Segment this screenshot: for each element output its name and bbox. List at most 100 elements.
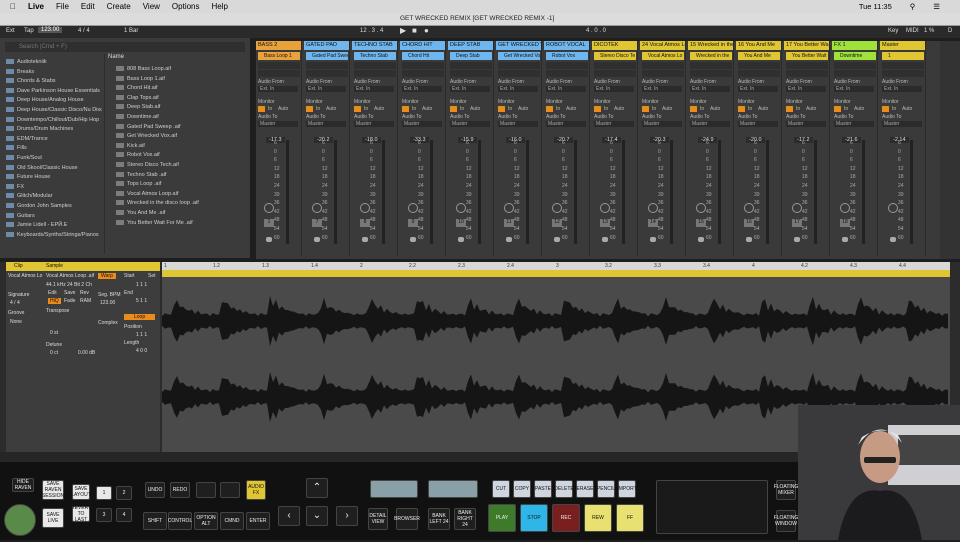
input-type-select[interactable]: Ext. In	[690, 86, 730, 92]
cmnd-button[interactable]: CMND	[220, 512, 244, 530]
monitor-in[interactable]: In	[316, 106, 320, 112]
category-item[interactable]: Gordon John Samples	[6, 202, 102, 212]
monitor-off[interactable]	[402, 106, 409, 112]
clip-slot[interactable]: 1	[882, 52, 924, 60]
beat-ruler[interactable]: 1 1.2 1.3 1.4 2 2.2 2.3 2.4 3 3.2 3.3 3.4 4 4.2 4.3 4.4	[162, 262, 950, 270]
empty-slot[interactable]	[498, 62, 540, 69]
input-type-select[interactable]: Ext. In	[738, 86, 778, 92]
file-item[interactable]: Wrecked in the disco loop .aif	[116, 199, 246, 209]
input-type-select[interactable]: Ext. In	[594, 86, 634, 92]
category-item[interactable]: Drums/Drum Machines	[6, 125, 102, 135]
monitor-in[interactable]: In	[604, 106, 608, 112]
hiq-button[interactable]: HiQ	[48, 298, 61, 304]
track-title[interactable]: DEEP STAB	[448, 41, 493, 50]
track-title[interactable]: 17 You Better Wait	[784, 41, 829, 50]
file-item[interactable]: Kick.aif	[116, 142, 246, 152]
empty-slot[interactable]	[546, 70, 588, 77]
control-button[interactable]: CONTROL	[168, 512, 192, 530]
menu-create[interactable]: Create	[107, 2, 131, 11]
arrow-down-icon[interactable]: ⌄	[306, 506, 328, 526]
fade-button[interactable]: Fade	[64, 298, 75, 304]
track-title[interactable]: BASS 2	[256, 41, 301, 50]
solo-indicator[interactable]	[554, 237, 560, 242]
monitor-off[interactable]	[882, 106, 889, 112]
pan-knob[interactable]	[792, 203, 802, 213]
solo-indicator[interactable]	[266, 237, 272, 242]
category-item[interactable]: Glitch/Modular	[6, 192, 102, 202]
browser-search-input[interactable]: Search (Cmd + F)	[5, 42, 245, 52]
clip-view-button[interactable]	[370, 480, 418, 498]
empty-slot[interactable]	[258, 62, 300, 69]
monitor-off[interactable]	[546, 106, 553, 112]
empty-slot[interactable]	[786, 70, 828, 77]
output-select[interactable]: Master	[402, 121, 442, 127]
input-type-select[interactable]: Ext. In	[354, 86, 394, 92]
empty-slot[interactable]	[786, 62, 828, 69]
monitor-in[interactable]: In	[556, 106, 560, 112]
track-title[interactable]: FX 1	[832, 41, 877, 50]
track-activator[interactable]: 14	[648, 219, 658, 227]
end-value[interactable]: 5 1 1	[136, 298, 147, 304]
input-type-select[interactable]: Ext. In	[402, 86, 442, 92]
save-layout-button[interactable]: SAVE LAYOUT	[71, 484, 91, 500]
edit-button[interactable]: Edit	[48, 290, 57, 296]
monitor-off[interactable]	[354, 106, 361, 112]
category-item[interactable]: Future House	[6, 173, 102, 183]
track-activator[interactable]: 12	[552, 219, 562, 227]
arrow-up-icon[interactable]: ⌃	[306, 478, 328, 498]
monitor-in[interactable]: In	[508, 106, 512, 112]
ext-button[interactable]: Ext	[6, 28, 15, 34]
file-item[interactable]: Vocal Atmos Loop.aif	[116, 190, 246, 200]
track-title[interactable]: TECHNO STAB	[352, 41, 397, 50]
pan-knob[interactable]	[360, 203, 370, 213]
menu-app[interactable]: Live	[28, 2, 44, 11]
pan-knob[interactable]	[744, 203, 754, 213]
monitor-auto[interactable]: Auto	[566, 106, 576, 112]
ff-button[interactable]: FF	[616, 504, 644, 532]
clip-slot[interactable]: Wrecked in the	[690, 52, 732, 60]
solo-indicator[interactable]	[650, 237, 656, 242]
tool-button[interactable]: CUT	[492, 480, 510, 498]
monitor-off[interactable]	[594, 106, 601, 112]
clip-name[interactable]: Vocal Atmos Lo	[8, 273, 42, 279]
monitor-in[interactable]: In	[460, 106, 464, 112]
length-value[interactable]: 4 0 0	[136, 348, 147, 354]
input-type-select[interactable]: Ext. In	[306, 86, 346, 92]
pan-knob[interactable]	[312, 203, 322, 213]
monitor-auto[interactable]: Auto	[854, 106, 864, 112]
clip-slot[interactable]: Downtime	[834, 52, 876, 60]
track-activator[interactable]: 7	[312, 219, 322, 227]
menu-icon[interactable]: ☰	[933, 2, 940, 11]
empty-slot[interactable]	[594, 70, 636, 77]
save-button[interactable]: Save	[64, 290, 75, 296]
empty-slot[interactable]	[402, 70, 444, 77]
file-item[interactable]: Deep Stab.aif	[116, 103, 246, 113]
layout-4-button[interactable]: 4	[116, 508, 132, 522]
play-icon[interactable]: ▶	[400, 26, 406, 35]
loop-end-field[interactable]: 4 . 0 . 0	[586, 28, 606, 34]
rec-button[interactable]: REC	[552, 504, 580, 532]
file-item[interactable]: 808 Bass Loop.aif	[116, 65, 246, 75]
track-activator[interactable]: 8	[360, 219, 370, 227]
empty-slot[interactable]	[354, 62, 396, 69]
solo-indicator[interactable]	[506, 237, 512, 242]
menu-options[interactable]: Options	[172, 2, 200, 11]
pan-knob[interactable]	[456, 203, 466, 213]
stop-button[interactable]: STOP	[520, 504, 548, 532]
rew-button[interactable]: REW	[584, 504, 612, 532]
pan-knob[interactable]	[696, 203, 706, 213]
empty-slot[interactable]	[690, 70, 732, 77]
empty-slot[interactable]	[402, 62, 444, 69]
key-button[interactable]: Key	[888, 28, 898, 34]
category-item[interactable]: Keyboards/Synths/Strings/Pianos	[6, 231, 102, 241]
monitor-auto[interactable]: Auto	[902, 106, 912, 112]
clip-slot[interactable]: Bass Loop 1	[258, 52, 300, 60]
revert-button[interactable]: REVERT TO LAST	[71, 505, 91, 523]
clip-slot[interactable]: Robot Vox	[546, 52, 588, 60]
position-field[interactable]: 12 . 3 . 4	[360, 28, 383, 34]
pan-knob[interactable]	[648, 203, 658, 213]
solo-indicator[interactable]	[362, 237, 368, 242]
empty-slot[interactable]	[594, 62, 636, 69]
play-button[interactable]: PLAY	[488, 504, 516, 532]
floating-window-button[interactable]: FLOATING WINDOW	[774, 510, 798, 532]
